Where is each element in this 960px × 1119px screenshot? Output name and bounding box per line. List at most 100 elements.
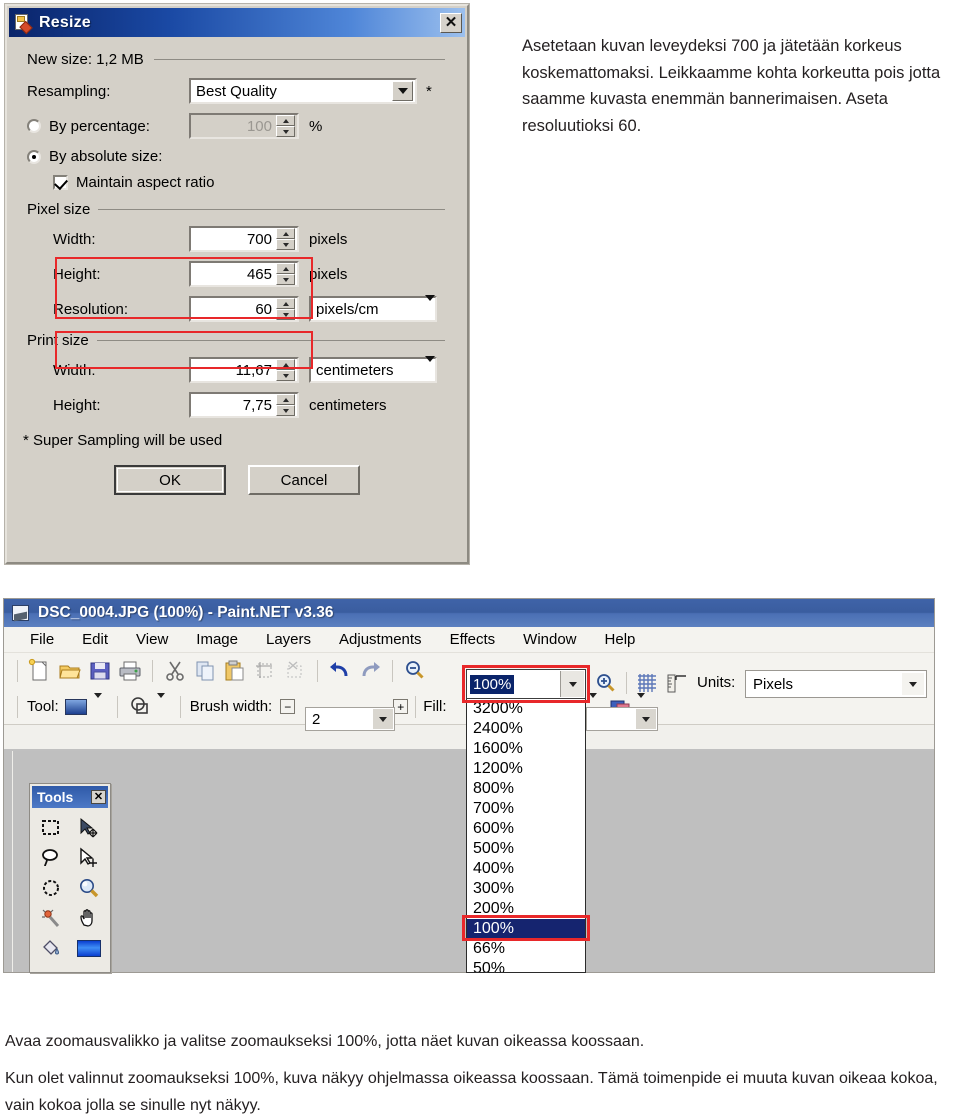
brush-width-label: Brush width: [189, 698, 273, 715]
save-icon[interactable] [86, 657, 114, 685]
resize-dialog: Resize ✕ New size: 1,2 MB Resampling: Be… [5, 4, 469, 564]
print-width-unit-select[interactable]: centimeters [309, 355, 437, 383]
close-icon[interactable]: ✕ [91, 790, 106, 804]
resolution-input[interactable]: 60 [189, 296, 299, 322]
pixel-width-row: Width: 700 pixels [21, 226, 453, 252]
move-selection-icon[interactable] [72, 845, 106, 871]
copy-icon[interactable] [191, 657, 219, 685]
chevron-down-icon[interactable] [425, 294, 435, 318]
close-icon[interactable]: ✕ [440, 12, 462, 33]
percentage-stepper[interactable] [276, 115, 295, 137]
by-percentage-row[interactable]: By percentage: 100 % [21, 113, 453, 139]
divider [96, 340, 445, 341]
crop-icon[interactable] [251, 657, 279, 685]
menu-window[interactable]: Window [509, 631, 590, 648]
zoom-option[interactable]: 2400% [467, 719, 585, 739]
print-height-stepper[interactable] [276, 394, 295, 416]
chevron-down-icon[interactable] [93, 692, 102, 716]
resize-dialog-titlebar: Resize ✕ [9, 8, 465, 37]
paste-icon[interactable] [221, 657, 249, 685]
redo-icon[interactable] [356, 657, 384, 685]
zoom-option[interactable]: 1600% [467, 739, 585, 759]
paint-bucket-icon[interactable] [34, 935, 68, 961]
menu-view[interactable]: View [122, 631, 182, 648]
dialog-button-row: OK Cancel [21, 465, 453, 495]
pixel-height-stepper[interactable] [276, 263, 295, 285]
undo-icon[interactable] [326, 657, 354, 685]
print-height-value: 7,75 [242, 396, 272, 414]
by-absolute-radio[interactable] [27, 149, 41, 164]
ruler-icon[interactable] [664, 670, 690, 701]
resolution-unit-select[interactable]: pixels/cm [309, 294, 437, 322]
cut-icon[interactable] [161, 657, 189, 685]
rectangle-select-icon[interactable] [34, 815, 68, 841]
fill-select[interactable] [586, 707, 658, 731]
units-select[interactable]: Pixels [745, 670, 927, 698]
chevron-down-icon[interactable] [392, 81, 413, 101]
print-icon[interactable] [116, 657, 144, 685]
resolution-stepper[interactable] [276, 298, 295, 320]
print-width-input[interactable]: 11,67 [189, 357, 299, 383]
zoom-option[interactable]: 400% [467, 859, 585, 879]
by-absolute-label: By absolute size: [49, 148, 163, 165]
zoom-tool-icon[interactable] [72, 875, 106, 901]
menu-layers[interactable]: Layers [252, 631, 325, 648]
deselect-icon[interactable] [281, 657, 309, 685]
print-width-stepper[interactable] [276, 359, 295, 381]
menu-effects[interactable]: Effects [436, 631, 510, 648]
brush-width-increase-button[interactable]: + [393, 699, 409, 714]
zoom-option[interactable]: 700% [467, 799, 585, 819]
lasso-select-icon[interactable] [34, 845, 68, 871]
zoom-option[interactable]: 50% [467, 959, 585, 972]
print-height-input[interactable]: 7,75 [189, 392, 299, 418]
chevron-down-icon[interactable] [425, 355, 435, 379]
pixel-width-stepper[interactable] [276, 228, 295, 250]
zoom-in-icon[interactable] [592, 670, 620, 703]
chevron-down-icon[interactable] [373, 709, 393, 729]
open-folder-icon[interactable] [56, 657, 84, 685]
by-percentage-radio[interactable] [27, 119, 41, 133]
pan-icon[interactable] [72, 905, 106, 931]
units-value: Pixels [753, 675, 794, 693]
new-file-icon[interactable] [26, 657, 54, 685]
move-selected-icon[interactable] [72, 815, 106, 841]
super-sampling-note: * Super Sampling will be used [23, 432, 223, 449]
menu-edit[interactable]: Edit [68, 631, 122, 648]
ok-button[interactable]: OK [114, 465, 226, 495]
pixel-width-input[interactable]: 700 [189, 226, 299, 252]
cancel-button[interactable]: Cancel [248, 465, 360, 495]
percentage-input[interactable]: 100 [189, 113, 299, 139]
chevron-down-icon[interactable] [902, 673, 924, 695]
zoom-option[interactable]: 600% [467, 819, 585, 839]
menu-image[interactable]: Image [182, 631, 252, 648]
chevron-down-icon[interactable] [156, 692, 165, 716]
chevron-down-icon[interactable] [636, 709, 656, 729]
zoom-option[interactable]: 500% [467, 839, 585, 859]
menu-file[interactable]: File [16, 631, 68, 648]
pixel-height-input[interactable]: 465 [189, 261, 299, 287]
zoom-option[interactable]: 300% [467, 879, 585, 899]
by-absolute-row[interactable]: By absolute size: [21, 148, 453, 165]
magic-wand-icon[interactable] [34, 905, 68, 931]
resolution-label: Resolution: [53, 300, 129, 318]
maintain-aspect-checkbox[interactable] [53, 175, 68, 190]
pixel-height-value: 465 [246, 265, 272, 283]
menu-help[interactable]: Help [591, 631, 650, 648]
print-width-label: Width: [53, 361, 96, 379]
current-tool-swatch[interactable] [64, 698, 87, 715]
maintain-aspect-row[interactable]: Maintain aspect ratio [53, 174, 453, 191]
zoom-option[interactable]: 1200% [467, 759, 585, 779]
divider [179, 695, 181, 718]
print-width-value: 11,67 [235, 361, 272, 379]
menu-adjustments[interactable]: Adjustments [325, 631, 436, 648]
zoom-option[interactable]: 66% [467, 939, 585, 959]
ellipse-select-icon[interactable] [34, 875, 68, 901]
zoom-out-icon[interactable] [401, 657, 429, 685]
zoom-option[interactable]: 800% [467, 779, 585, 799]
resampling-select[interactable]: Best Quality [189, 78, 417, 104]
gradient-icon[interactable] [72, 935, 106, 961]
brush-width-decrease-button[interactable]: − [280, 699, 296, 714]
brush-width-input[interactable]: 2 [305, 707, 395, 731]
grid-icon[interactable] [634, 670, 660, 701]
shapes-icon[interactable] [126, 693, 154, 721]
